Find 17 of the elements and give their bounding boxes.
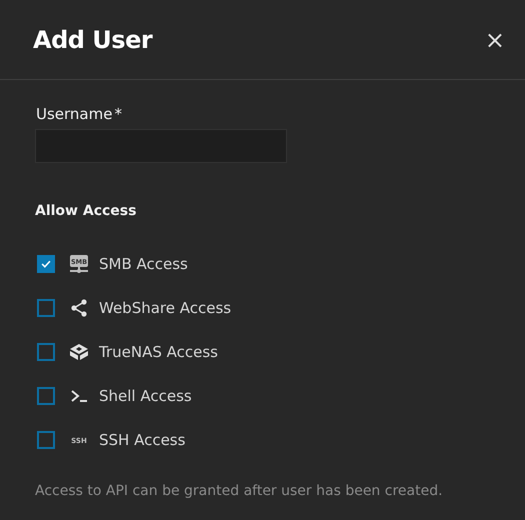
checkbox-label[interactable]: SMB Access (99, 255, 188, 273)
checkbox[interactable] (37, 299, 55, 317)
cube-icon (69, 342, 89, 362)
close-button[interactable]: × (480, 28, 509, 52)
share-icon (69, 298, 89, 318)
info-text: Access to API can be granted after user has been created. (35, 483, 444, 499)
checkbox-label[interactable]: SSH Access (99, 431, 186, 449)
checkbox[interactable] (37, 343, 55, 361)
checkbox-label[interactable]: WebShare Access (99, 299, 232, 317)
checkbox-label[interactable]: Shell Access (99, 387, 192, 405)
checkbox[interactable] (37, 431, 55, 449)
checkbox[interactable] (37, 255, 55, 273)
dialog-title: Add User (33, 26, 152, 54)
field-label: Username* (36, 105, 123, 123)
checkbox-label[interactable]: TrueNAS Access (99, 343, 218, 361)
section-heading: Allow Access (35, 203, 138, 219)
checkbox[interactable] (37, 387, 55, 405)
